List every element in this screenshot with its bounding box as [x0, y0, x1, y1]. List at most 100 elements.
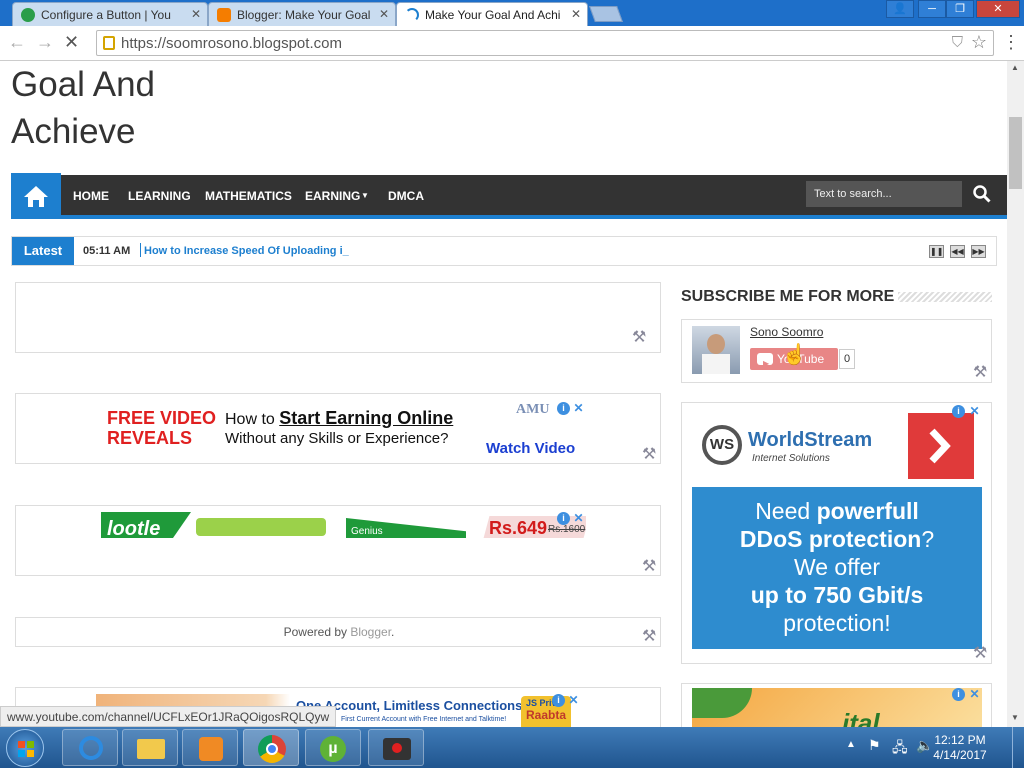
back-arrow-icon[interactable]: ← [8, 32, 26, 53]
ad-close-icon[interactable]: ✕ [567, 694, 580, 707]
ticker-label: Latest [12, 237, 74, 265]
ad-banner-earning[interactable]: FREE VIDEO REVEALS How to Start Earning … [101, 402, 586, 458]
user-icon[interactable]: 👤 [886, 0, 914, 18]
start-button[interactable] [6, 729, 44, 767]
shield-icon[interactable]: ⛉ [952, 34, 963, 51]
channel-name-link[interactable]: Sono Soomro [750, 325, 823, 339]
site-title[interactable]: Goal And Achieve [11, 61, 311, 155]
new-tab-button[interactable] [589, 6, 623, 22]
windows-logo-icon [18, 741, 34, 757]
status-bar: www.youtube.com/channel/UCFLxEOr1JRaQOig… [0, 706, 337, 727]
ticker-headline[interactable]: How to Increase Speed Of Uploading i_ [144, 245, 349, 257]
nav-earning[interactable]: EARNING [305, 189, 360, 203]
subscriber-count: 0 [839, 349, 855, 369]
avatar[interactable] [692, 326, 740, 374]
nav-mathematics[interactable]: MATHEMATICS [205, 189, 292, 203]
pause-icon[interactable]: ❚❚ [929, 245, 944, 258]
blogger-icon [217, 8, 231, 22]
sidebar-title: SUBSCRIBE ME FOR MORE [681, 288, 895, 305]
taskbar-chrome[interactable] [243, 729, 299, 766]
ad-close-icon[interactable]: ✕ [968, 405, 981, 418]
browser-tabstrip: Configure a Button | You ✕ Blogger: Make… [0, 0, 1024, 26]
search-input[interactable]: Text to search... [806, 181, 962, 207]
network-icon[interactable]: 🖧 [892, 737, 908, 761]
dropdown-caret-icon: ▼ [361, 191, 369, 200]
tab-configure-button[interactable]: Configure a Button | You ✕ [12, 2, 208, 26]
prev-icon[interactable]: ◀◀ [950, 245, 965, 258]
adchoices-icon[interactable]: i [952, 688, 965, 701]
close-icon[interactable]: ✕ [379, 7, 389, 21]
subscribe-widget: Sono Soomro ▶ YouTube 0 ☝ ⚒ [681, 319, 992, 383]
wrench-icon[interactable]: ⚒ [632, 327, 646, 347]
ad-banner-bottom[interactable]: ital i ✕ [692, 688, 982, 727]
nav-home[interactable]: HOME [73, 189, 109, 203]
ad-close-icon[interactable]: ✕ [572, 402, 585, 415]
browser-toolbar: ← → ✕ https://soomrosono.blogspot.com ⛉ … [0, 26, 1024, 61]
hand-cursor-icon: ☝ [782, 344, 807, 366]
media-player-icon [199, 737, 223, 761]
lock-icon [103, 36, 115, 50]
search-icon[interactable] [973, 185, 991, 203]
wrench-icon[interactable]: ⚒ [973, 643, 987, 663]
tab-blogger[interactable]: Blogger: Make Your Goal ✕ [208, 2, 396, 26]
ad-close-icon[interactable]: ✕ [968, 688, 981, 701]
tab-goal-achieve[interactable]: Make Your Goal And Achi ✕ [396, 2, 588, 26]
tab-title: Blogger: Make Your Goal [237, 8, 371, 22]
title-stripe [898, 292, 992, 302]
taskbar-clock[interactable]: 12:12 PM 4/14/2017 [930, 733, 990, 763]
address-bar[interactable]: https://soomrosono.blogspot.com ⛉ ☆ [96, 30, 994, 56]
ad-box-worldstream: WS WorldStream Internet Solutions i ✕ Ne… [681, 402, 992, 664]
taskbar-explorer[interactable] [122, 729, 178, 766]
adchoices-icon[interactable]: i [952, 405, 965, 418]
wrench-icon[interactable]: ⚒ [642, 556, 656, 576]
ad-arrow-button[interactable] [908, 413, 974, 479]
tab-title: Configure a Button | You [41, 8, 171, 22]
star-icon[interactable]: ☆ [971, 32, 987, 53]
taskbar-recorder[interactable] [368, 729, 424, 766]
scroll-down-icon[interactable]: ▼ [1011, 713, 1019, 722]
stop-icon[interactable]: ✕ [64, 32, 79, 53]
nav-learning[interactable]: LEARNING [128, 189, 191, 203]
show-desktop-button[interactable] [1012, 727, 1024, 768]
minimize-button[interactable]: ─ [918, 0, 946, 18]
nav-dmca[interactable]: DMCA [388, 189, 424, 203]
maximize-button[interactable]: ❐ [946, 0, 974, 18]
window-close-button[interactable]: ✕ [976, 0, 1020, 18]
news-ticker: Latest 05:11 AM How to Increase Speed Of… [11, 236, 997, 266]
wrench-icon[interactable]: ⚒ [642, 444, 656, 464]
blogger-link[interactable]: Blogger [350, 625, 391, 639]
home-button[interactable] [11, 173, 61, 219]
ticker-time: 05:11 AM [83, 245, 131, 257]
widget-box-empty: ⚒ [15, 282, 661, 353]
loading-spinner-icon [405, 8, 419, 22]
ie-icon [79, 736, 103, 760]
page-scrollbar[interactable]: ▲ ▼ [1007, 61, 1024, 727]
worldstream-logo: WS [702, 425, 742, 465]
wrench-icon[interactable]: ⚒ [642, 626, 656, 646]
ad-close-icon[interactable]: ✕ [572, 512, 585, 525]
adchoices-icon[interactable]: i [557, 512, 570, 525]
taskbar-ie[interactable] [62, 729, 118, 766]
ad-banner-lootle[interactable]: lootle Genius Rs.649 Rs.1600 i ✕ [101, 512, 586, 538]
menu-icon[interactable]: ⋮ [1002, 32, 1020, 53]
google-icon [21, 8, 35, 22]
ad-banner-worldstream[interactable]: WS WorldStream Internet Solutions i ✕ Ne… [692, 405, 982, 649]
tray-expand-icon[interactable]: ▲ [846, 739, 856, 750]
taskbar-utorrent[interactable]: µ [305, 729, 361, 766]
powered-by-text: Powered by Blogger. [283, 625, 395, 639]
close-icon[interactable]: ✕ [191, 7, 201, 21]
ad-box-bottom: ital i ✕ [681, 683, 992, 727]
next-icon[interactable]: ▶▶ [971, 245, 986, 258]
scroll-thumb[interactable] [1009, 117, 1022, 189]
wrench-icon[interactable]: ⚒ [973, 362, 987, 382]
taskbar-media[interactable] [182, 729, 238, 766]
chevron-right-icon [929, 428, 951, 464]
adchoices-icon[interactable]: i [557, 402, 570, 415]
close-icon[interactable]: ✕ [571, 7, 581, 21]
forward-arrow-icon[interactable]: → [36, 32, 54, 53]
adchoices-icon[interactable]: i [552, 694, 565, 707]
tab-title: Make Your Goal And Achi [425, 8, 561, 22]
webpage: Goal And Achieve HOME LEARNING MATHEMATI… [0, 61, 1007, 727]
flag-icon[interactable]: ⚑ [868, 737, 881, 754]
scroll-up-icon[interactable]: ▲ [1011, 63, 1019, 72]
